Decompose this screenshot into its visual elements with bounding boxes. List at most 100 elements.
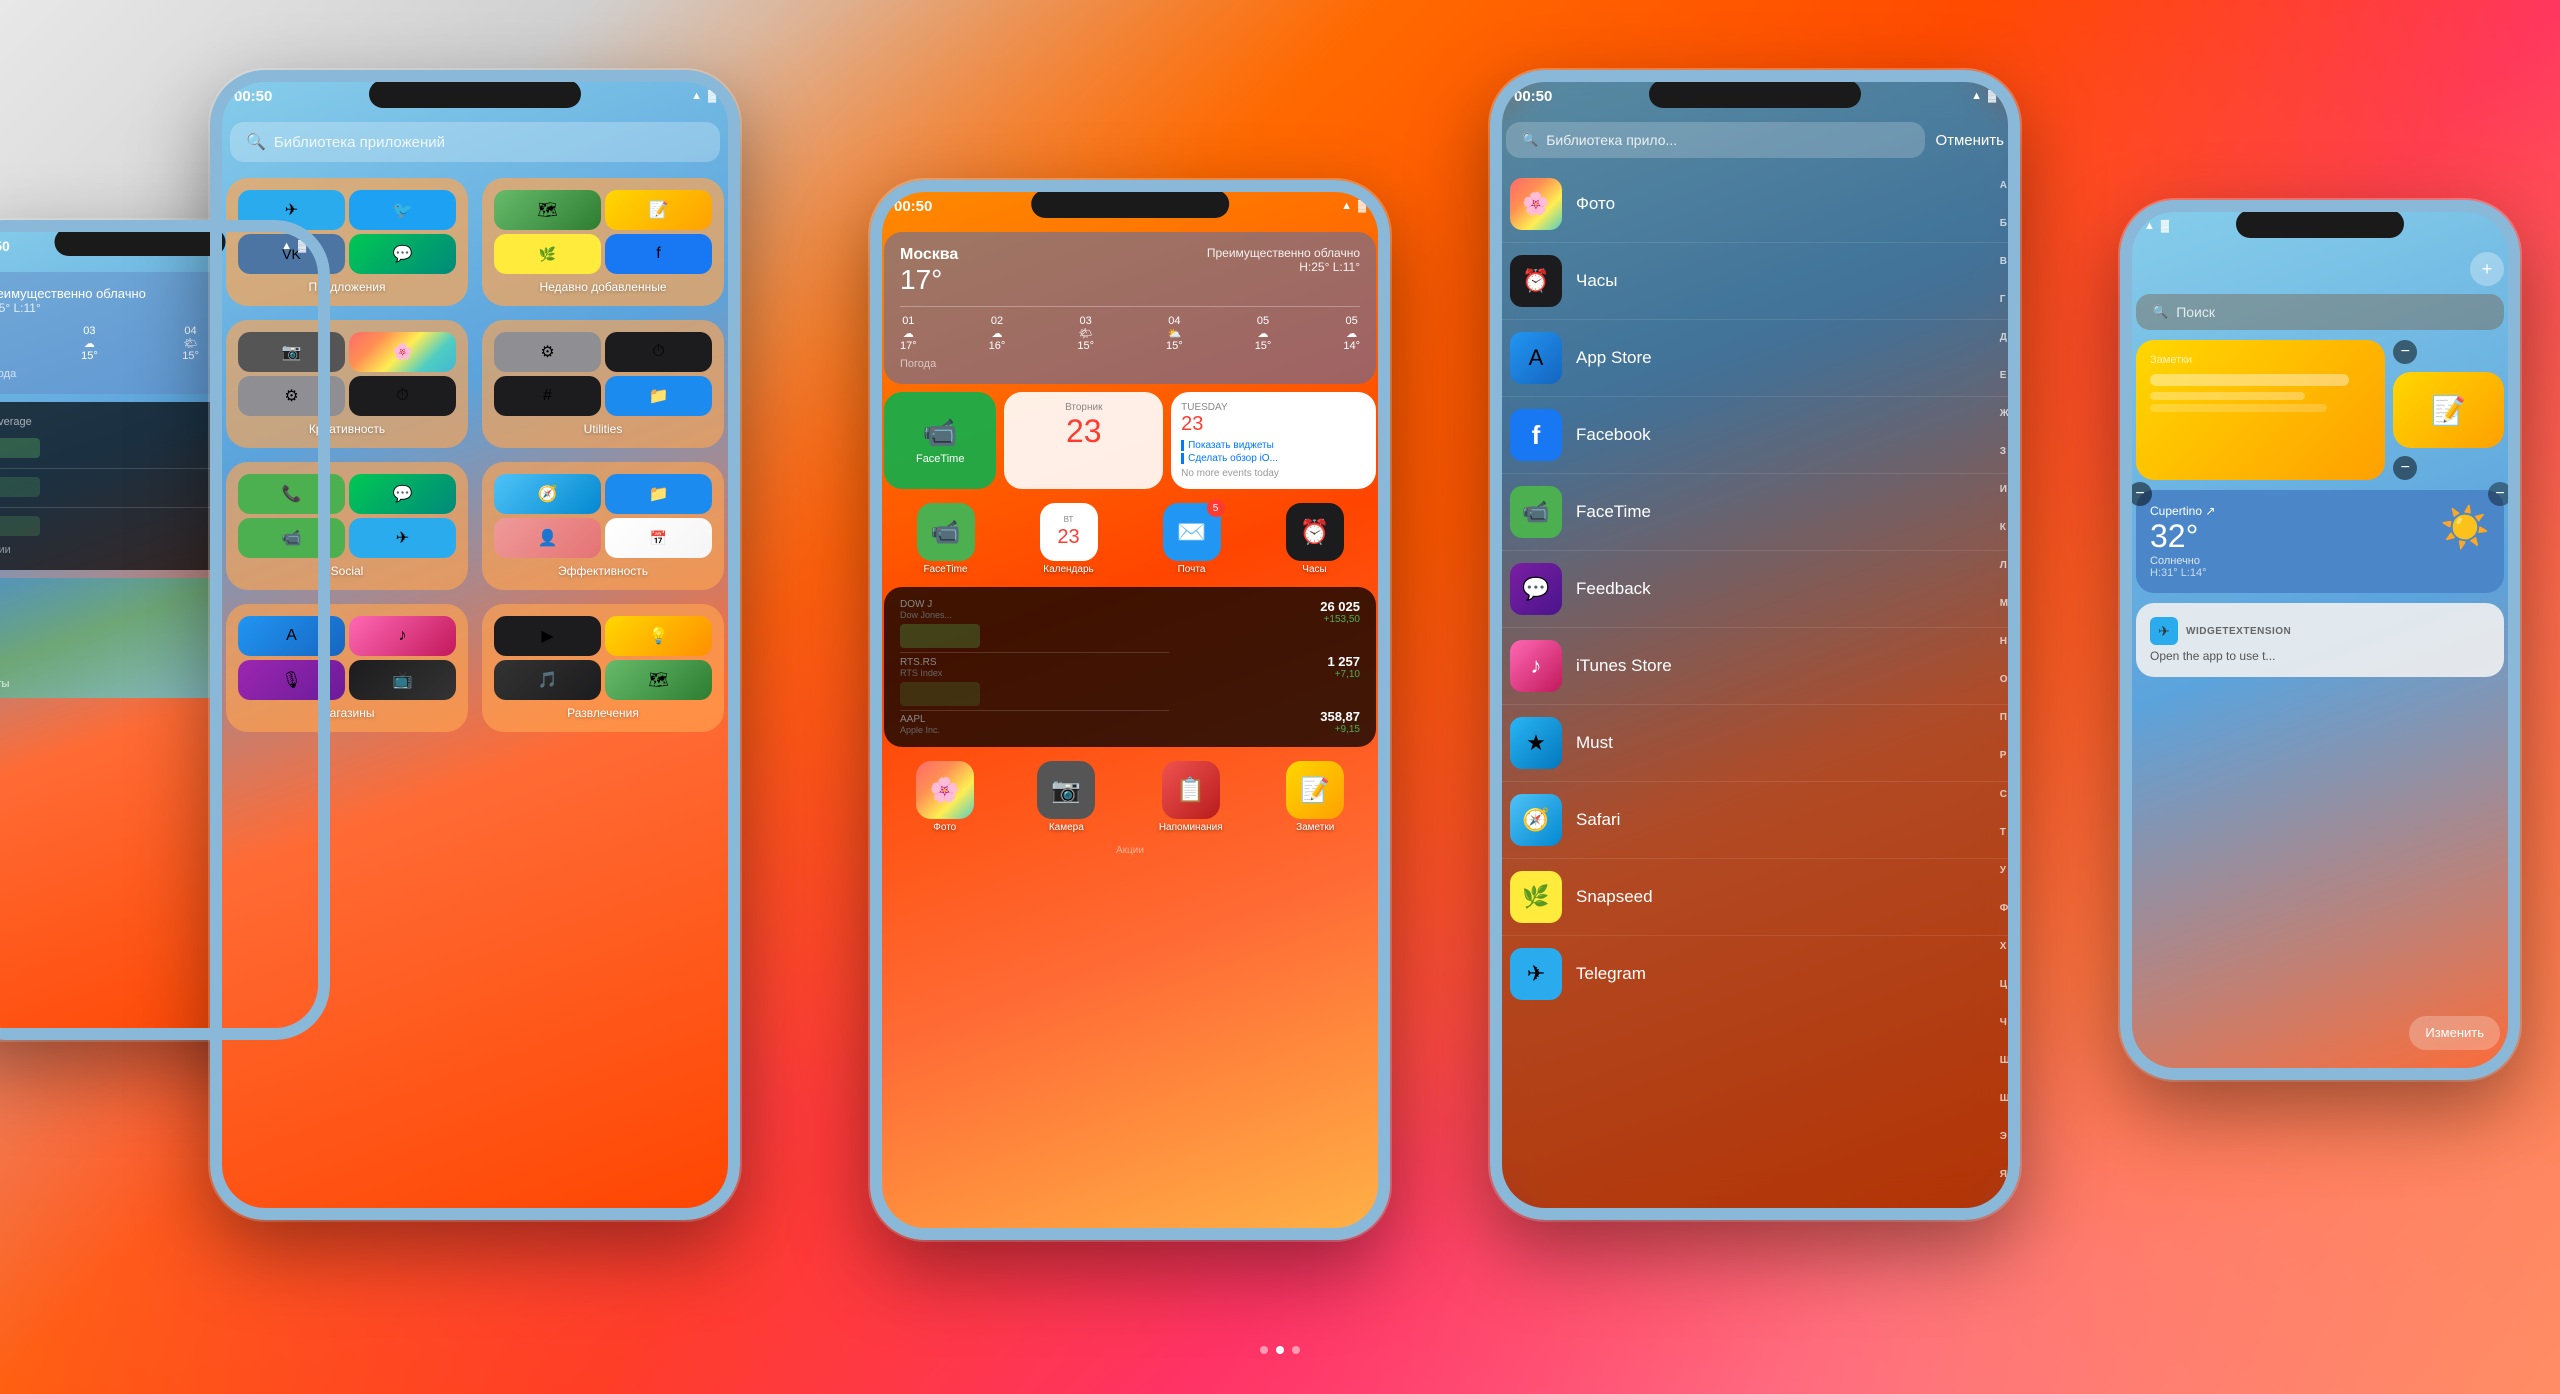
phone-3-facetime-label: FaceTime xyxy=(916,453,965,465)
phone-5-notes-label: Заметки xyxy=(2150,354,2371,366)
dot-2-active xyxy=(1276,1346,1284,1354)
phone-2-contacts-icon: 👤 xyxy=(494,518,601,558)
phone-5-remove-weather-btn[interactable]: − xyxy=(2128,482,2152,506)
phone-3-photos-app[interactable]: 🌸 Фото xyxy=(916,761,974,833)
phone-3-cal-app-label: Календарь xyxy=(1043,564,1093,575)
phone-3-stock-2-change: +7,10 xyxy=(1181,669,1360,680)
phone-4-facebook-label: Facebook xyxy=(1576,425,1651,445)
phone-4-wifi-icon: ▲ xyxy=(1971,90,1982,102)
phone-3-status-icons: ▲ ▓ xyxy=(1341,200,1366,212)
phone-2-tv-icon: 📺 xyxy=(349,660,456,700)
phone-5-status-icons: ▲ ▓ xyxy=(2144,220,2169,232)
phone-4-app-must[interactable]: ★ Must xyxy=(1490,705,2020,782)
phone-5-edit-button[interactable]: Изменить xyxy=(2409,1016,2500,1050)
phone-3-facetime-app[interactable]: 📹 FaceTime xyxy=(917,503,975,575)
phone-5-battery-icon: ▓ xyxy=(2161,220,2169,232)
phone-2-tg2-icon: ✈ xyxy=(349,518,456,558)
phone-3-camera-app[interactable]: 📷 Камера xyxy=(1037,761,1095,833)
alpha-k: К xyxy=(2000,522,2010,533)
phone-3-photos-label: Фото xyxy=(933,822,956,833)
phone-4-app-photos[interactable]: 🌸 Фото xyxy=(1490,166,2020,243)
phone-2-folder-3-label: Креативность xyxy=(238,422,456,436)
phone-3-calendar-app[interactable]: ВТ 23 Календарь xyxy=(1040,503,1098,575)
phone-3-mail-app[interactable]: ✉️ 5 Почта xyxy=(1163,503,1221,575)
alpha-ya: Я xyxy=(2000,1169,2010,1180)
phone-3-facetime-icon: 📹 xyxy=(916,416,965,449)
phone-3-app-row-2: 🌸 Фото 📷 Камера 📋 Напоминания 📝 Заметки xyxy=(870,753,1390,841)
phone-2-calc-icon: # xyxy=(494,376,601,416)
phone-4-facetime-icon: 📹 xyxy=(1510,486,1562,538)
phone-3-event-2: Сделать обзор iO... xyxy=(1181,453,1366,464)
phone-4-app-feedback[interactable]: 💬 Feedback xyxy=(1490,551,2020,628)
phone-3-facetime-widget[interactable]: 📹 FaceTime xyxy=(884,392,996,489)
phone-4-photos-label: Фото xyxy=(1576,194,1615,214)
phone-3-battery-icon: ▓ xyxy=(1358,200,1366,212)
alpha-sch: Щ xyxy=(2000,1093,2010,1104)
phone-5-note-line-1 xyxy=(2150,374,2349,386)
phone-4-clock-label: Часы xyxy=(1576,271,1618,291)
phone-3-stock-2-val: 1 257 xyxy=(1181,654,1360,669)
phone-4-app-appstore[interactable]: A App Store xyxy=(1490,320,2020,397)
phone-2-search-bar[interactable]: 🔍 Библиотека приложений xyxy=(230,122,720,162)
phone-4-screen: 00:50 ▲ ▓ 🔍 Библиотека прило... Отменить… xyxy=(1490,70,2020,1220)
phone-4-app-itunes[interactable]: ♪ iTunes Store xyxy=(1490,628,2020,705)
phone-4-app-telegram[interactable]: ✈ Telegram xyxy=(1490,936,2020,1012)
phone-4-app-snapseed[interactable]: 🌿 Snapseed xyxy=(1490,859,2020,936)
phone-3-wifi-icon: ▲ xyxy=(1341,200,1352,212)
phone-4-itunes-label: iTunes Store xyxy=(1576,656,1672,676)
phone-2-folder-stores[interactable]: A ♪ 🎙 📺 Магазины xyxy=(226,604,468,732)
phone-4-app-clock[interactable]: ⏰ Часы xyxy=(1490,243,2020,320)
phone-1-time: 00:50 xyxy=(0,238,10,254)
phone-4-app-facebook[interactable]: f Facebook xyxy=(1490,397,2020,474)
phone-2-safari-icon: 🧭 xyxy=(494,474,601,514)
phone-3-clock-app[interactable]: ⏰ Часы xyxy=(1286,503,1344,575)
phone-4-app-facetime[interactable]: 📹 FaceTime xyxy=(1490,474,2020,551)
phone-3-notes-app[interactable]: 📝 Заметки xyxy=(1286,761,1344,833)
phone-2-wifi-icon: ▲ xyxy=(691,90,702,102)
phone-2-podcasts-icon: 🎙 xyxy=(238,660,345,700)
alpha-f: Ф xyxy=(2000,903,2010,914)
alpha-ts: Ц xyxy=(2000,979,2010,990)
phone-4-photos-icon: 🌸 xyxy=(1510,178,1562,230)
phone-4-battery-icon: ▓ xyxy=(1988,90,1996,102)
phone-2-folder-social[interactable]: 📞 💬 📹 ✈ Social xyxy=(226,462,468,590)
phone-2-folder-recent[interactable]: 🗺 📝 🌿 f Недавно добавленные xyxy=(482,178,724,306)
phone-3-calendar-widget[interactable]: Вторник 23 xyxy=(1004,392,1163,489)
alpha-n: Н xyxy=(2000,636,2010,647)
phone-3-weather-widget: Москва 17° Преимущественно облачно H:25°… xyxy=(884,232,1376,384)
phone-3-screen: 00:50 ▲ ▓ Москва 17° Преимущественно обл… xyxy=(870,180,1390,1240)
phone-4-app-safari[interactable]: 🧭 Safari xyxy=(1490,782,2020,859)
phone-3-facetime-app-label: FaceTime xyxy=(923,564,967,575)
phone-2-folder-utilities[interactable]: ⚙ ⏱ # 📁 Utilities xyxy=(482,320,724,448)
phone-3-notch xyxy=(1031,190,1229,218)
phone-4-cancel-button[interactable]: Отменить xyxy=(1935,132,2004,149)
phone-2-photos-icon: 🌸 xyxy=(349,332,456,372)
phone-5-cupertino-temp: 32° xyxy=(2150,518,2215,555)
phone-5-remove-small-btn[interactable]: − xyxy=(2393,456,2417,480)
phone-5-search-icon: 🔍 xyxy=(2152,304,2168,320)
phone-4-search-row: 🔍 Библиотека прило... Отменить xyxy=(1506,122,2004,158)
phone-2-maps-icon: 🗺 xyxy=(494,190,601,230)
alpha-h: Х xyxy=(2000,941,2010,952)
phone-3-cal-date: 23 xyxy=(1181,413,1366,436)
phone-5-wifi-icon: ▲ xyxy=(2144,220,2155,232)
phone-5-search-bar[interactable]: 🔍 Поиск xyxy=(2136,294,2504,330)
phone-2-folder-creative[interactable]: 📷 🌸 ⚙ ⏱ Креативность xyxy=(226,320,468,448)
phone-1-notch xyxy=(55,228,226,256)
phone-5-notch xyxy=(2236,210,2404,238)
phone-5-remove-notes-btn[interactable]: − xyxy=(2393,340,2417,364)
phone-2-folder-last[interactable]: ▶ 💡 🎵 🗺 Развлечения xyxy=(482,604,724,732)
phone-4-snapseed-label: Snapseed xyxy=(1576,887,1653,907)
phone-4-facebook-icon: f xyxy=(1510,409,1562,461)
phone-5-add-button[interactable]: + xyxy=(2470,252,2504,286)
phone-3-reminders-app[interactable]: 📋 Напоминания xyxy=(1159,761,1223,833)
phone-2-msg2-icon: 💬 xyxy=(349,474,456,514)
phone-4-search-bar[interactable]: 🔍 Библиотека прило... xyxy=(1506,122,1925,158)
phone-2-folder-6-label: Эффективность xyxy=(494,564,712,578)
phone-5-remove-weather-btn-2[interactable]: − xyxy=(2488,482,2512,506)
phone-5-telegram-small-icon: ✈ xyxy=(2150,617,2178,645)
phone-2-folder-efficiency[interactable]: 🧭 📁 👤 📅 Эффективность xyxy=(482,462,724,590)
phone-2-folder-2-label: Недавно добавленные xyxy=(494,280,712,294)
phone-5-notes-icon: 📝 xyxy=(2431,394,2466,427)
alpha-sh: Ш xyxy=(2000,1055,2010,1066)
